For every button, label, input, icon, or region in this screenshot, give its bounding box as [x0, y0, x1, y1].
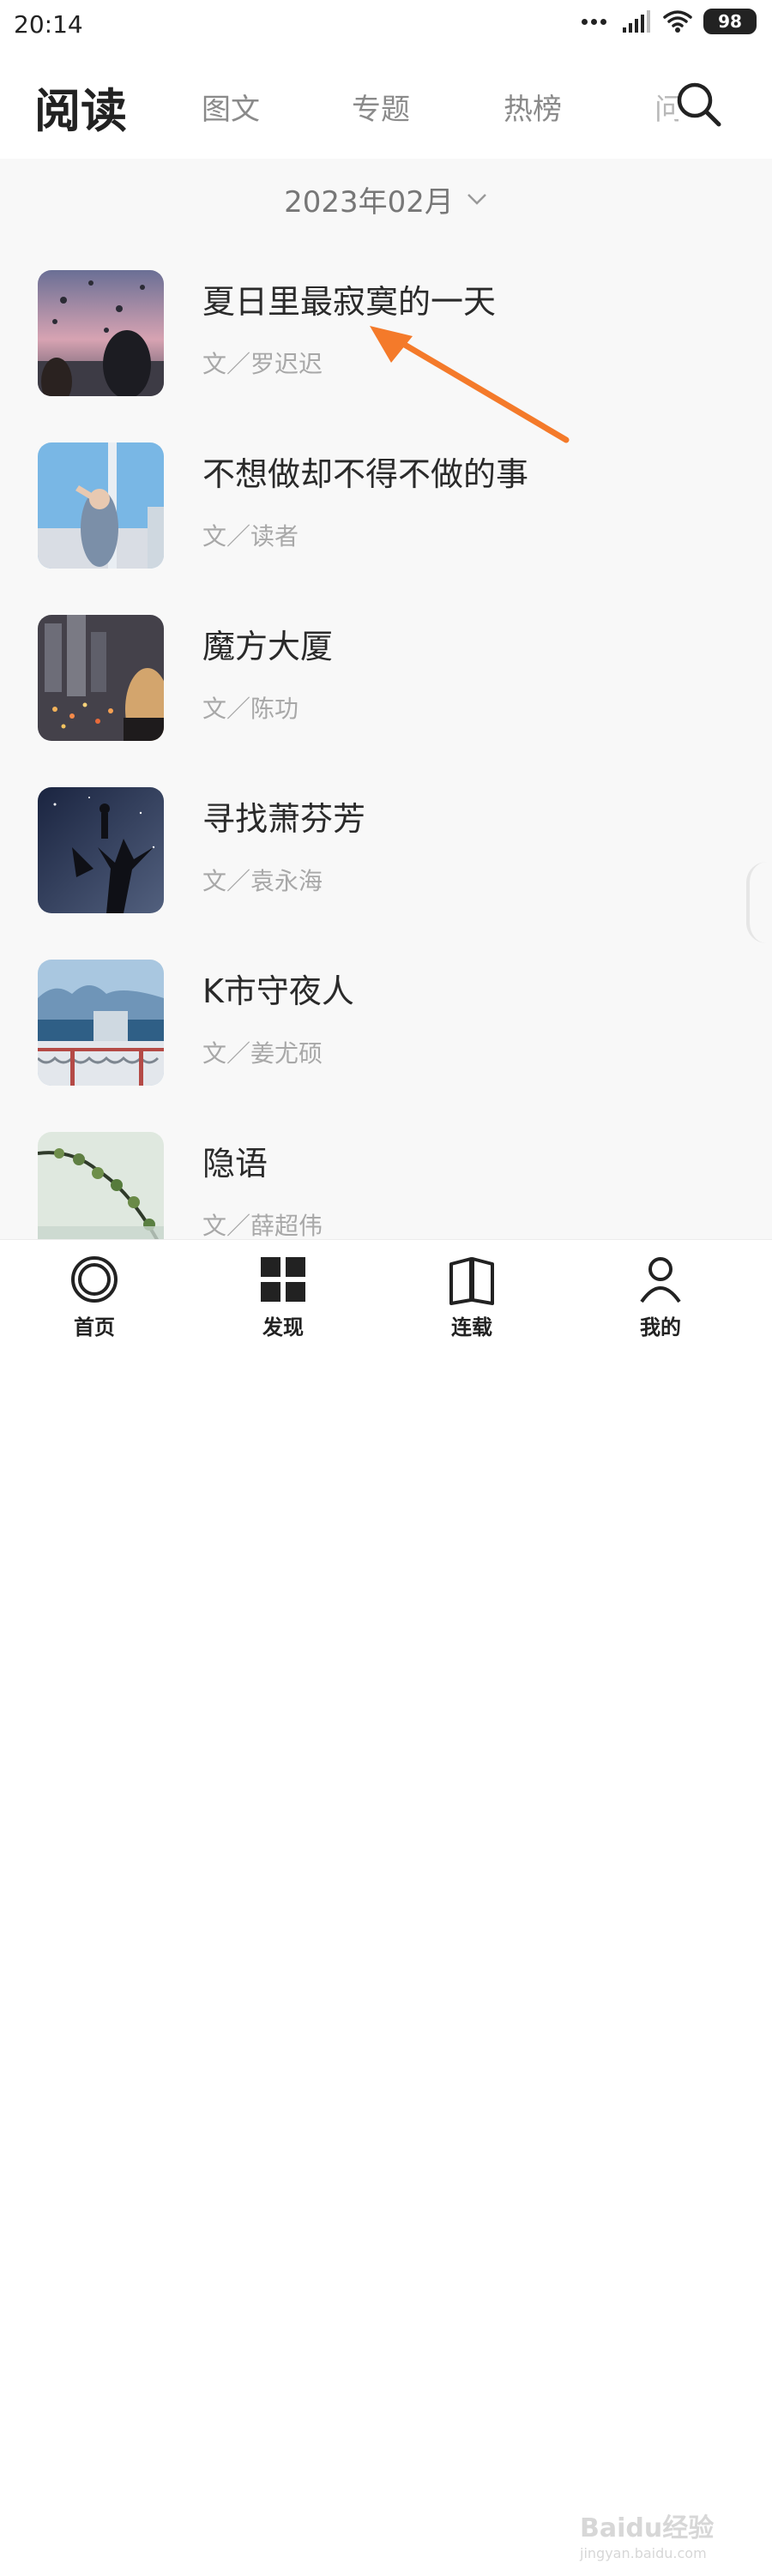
signal-icon — [623, 10, 650, 33]
profile-icon — [640, 1257, 681, 1303]
top-nav: 阅读 图文 专题 热榜 问 — [0, 51, 772, 159]
home-circle-icon — [71, 1256, 118, 1303]
nav-home[interactable]: 首页 — [43, 1254, 146, 1340]
nav-discover-label: 发现 — [262, 1315, 304, 1339]
article-list: 夏日里最寂寞的一天 文／罗迟迟 不想做却不得不做的事 文／读者 魔方大厦 文／陈… — [0, 270, 772, 1239]
tab-rebang[interactable]: 热榜 — [504, 86, 562, 128]
list-item[interactable]: 魔方大厦 文／陈功 — [0, 615, 772, 787]
list-item[interactable]: 隐语 文／薛超伟 — [0, 1132, 772, 1239]
list-item[interactable]: K市守夜人 文／姜尤硕 — [0, 960, 772, 1132]
article-author: 文／罗迟迟 — [202, 350, 323, 378]
article-thumbnail[interactable] — [38, 960, 164, 1086]
list-item[interactable]: 寻找萧芬芳 文／袁永海 — [0, 787, 772, 960]
date-filter-label: 2023年02月 — [284, 184, 454, 220]
article-title[interactable]: 不想做却不得不做的事 — [202, 448, 528, 495]
tab-zhuanti[interactable]: 专题 — [352, 86, 410, 128]
article-thumbnail[interactable] — [38, 442, 164, 569]
article-author: 文／读者 — [202, 522, 299, 551]
nav-profile-label: 我的 — [640, 1315, 681, 1339]
nav-serial-label: 连载 — [451, 1315, 492, 1339]
status-time: 20:14 — [14, 10, 83, 39]
date-filter-dropdown[interactable]: 2023年02月 — [0, 178, 772, 220]
nav-discover[interactable]: 发现 — [232, 1254, 335, 1340]
status-icons: 98 — [582, 9, 757, 34]
watermark-subtext: jingyan.baidu.com — [580, 2545, 707, 2561]
list-item[interactable]: 不想做却不得不做的事 文／读者 — [0, 442, 772, 615]
article-author: 文／陈功 — [202, 695, 299, 723]
battery-indicator: 98 — [703, 9, 757, 34]
article-title[interactable]: 隐语 — [202, 1137, 268, 1184]
status-bar: 20:14 98 — [0, 0, 772, 51]
more-dots-icon — [582, 15, 611, 27]
article-thumbnail[interactable] — [38, 270, 164, 396]
grid-icon — [261, 1257, 305, 1302]
watermark-text: Baidu经验 — [580, 2513, 715, 2543]
bottom-navigation: 首页 发现 连载 我的 Baidu经验 jingyan.baidu.com — [0, 1239, 772, 2561]
article-author: 文／姜尤硕 — [202, 1039, 323, 1068]
content-area[interactable]: 2023年02月 夏日里最寂寞的一天 文／罗迟迟 不想做却不得不做的事 文／读者… — [0, 159, 772, 1239]
list-item[interactable]: 夏日里最寂寞的一天 文／罗迟迟 — [0, 270, 772, 442]
article-title[interactable]: K市守夜人 — [202, 965, 354, 1012]
nav-serial[interactable]: 连载 — [420, 1254, 523, 1340]
article-title[interactable]: 寻找萧芬芳 — [202, 792, 365, 840]
nav-profile[interactable]: 我的 — [609, 1254, 712, 1340]
nav-home-label: 首页 — [74, 1315, 115, 1339]
tab-tuwen[interactable]: 图文 — [202, 86, 260, 128]
article-thumbnail[interactable] — [38, 787, 164, 913]
article-author: 文／袁永海 — [202, 867, 323, 895]
search-icon[interactable] — [674, 80, 724, 129]
article-title[interactable]: 魔方大厦 — [202, 620, 333, 667]
article-author: 文／薛超伟 — [202, 1212, 323, 1239]
wifi-icon — [663, 10, 692, 33]
book-icon — [449, 1257, 494, 1305]
article-title[interactable]: 夏日里最寂寞的一天 — [202, 275, 496, 322]
article-thumbnail[interactable] — [38, 615, 164, 741]
chevron-down-icon — [467, 194, 486, 205]
page-title: 阅读 — [34, 84, 127, 138]
article-thumbnail[interactable] — [38, 1132, 164, 1239]
baidu-watermark: Baidu经验 jingyan.baidu.com — [580, 2516, 751, 2576]
side-drawer-handle[interactable] — [746, 862, 767, 943]
